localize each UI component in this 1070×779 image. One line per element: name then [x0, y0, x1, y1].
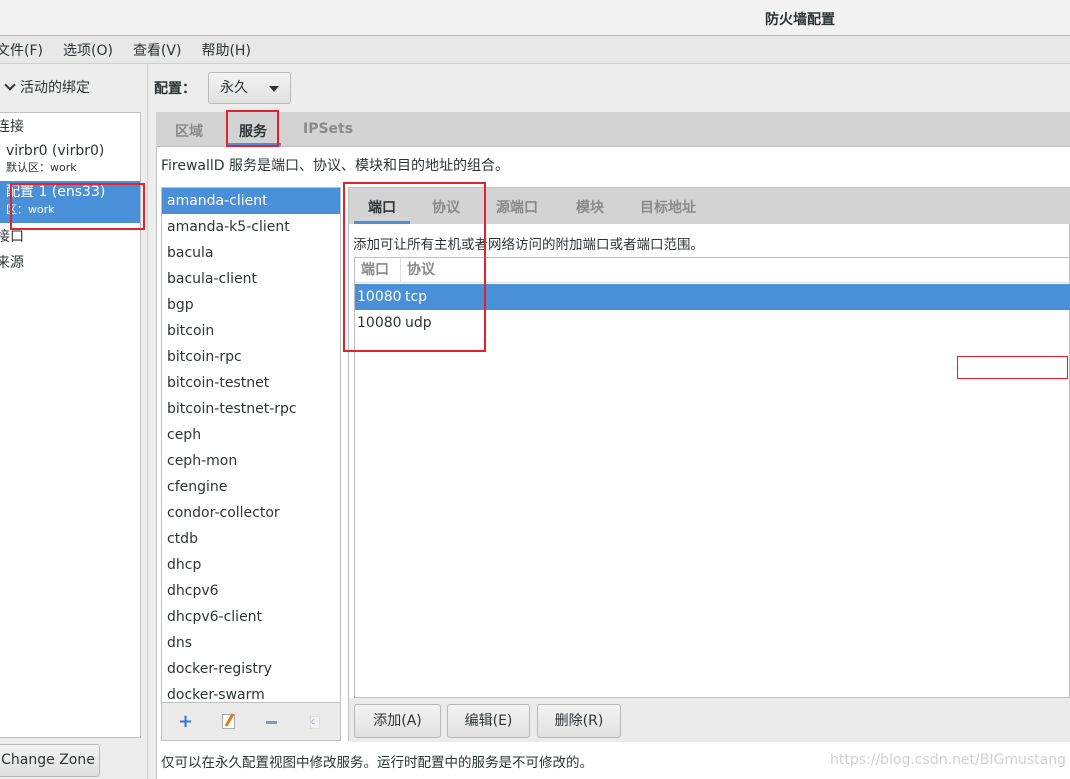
menu-help[interactable]: 帮助(H)	[199, 40, 252, 60]
service-item[interactable]: bgp	[162, 292, 340, 318]
service-item[interactable]: docker-registry	[162, 656, 340, 682]
edit-port-button[interactable]: 编辑(E)	[447, 704, 530, 738]
active-bindings-header[interactable]: 活动的绑定	[4, 77, 90, 97]
service-item[interactable]: amanda-k5-client	[162, 214, 340, 240]
subtab-modules[interactable]: 模块	[576, 197, 604, 217]
window-title: 防火墙配置	[765, 12, 835, 28]
binding-label: virbr0 (virbr0)	[6, 143, 105, 159]
subtab-source-ports[interactable]: 源端口	[496, 197, 538, 217]
service-item[interactable]: dhcp	[162, 552, 340, 578]
caret-down-icon	[269, 86, 279, 92]
tab-ipsets[interactable]: IPSets	[303, 121, 353, 137]
service-item[interactable]: dhcpv6-client	[162, 604, 340, 630]
service-item[interactable]: bitcoin-testnet	[162, 370, 340, 396]
services-toolbar: + c	[161, 703, 341, 741]
connections-category: 连接	[0, 119, 24, 135]
menu-view[interactable]: 查看(V)	[131, 40, 184, 60]
active-bindings-label: 活动的绑定	[20, 80, 90, 96]
main-tabs: 区域 服务 IPSets	[156, 112, 1070, 147]
service-item[interactable]: bitcoin	[162, 318, 340, 344]
menu-file[interactable]: 文件(F)	[0, 40, 45, 60]
config-label: 配置：	[154, 81, 196, 97]
binding-zone: 默认区：work	[6, 161, 77, 174]
service-item[interactable]: ceph	[162, 422, 340, 448]
tab-zones[interactable]: 区域	[175, 121, 203, 141]
services-description: FirewallD 服务是端口、协议、模块和目的地址的组合。	[161, 158, 510, 174]
service-item[interactable]: condor-collector	[162, 500, 340, 526]
service-item[interactable]: amanda-client	[162, 188, 340, 214]
service-item[interactable]: dhcpv6	[162, 578, 340, 604]
reload-icon[interactable]: c	[310, 716, 320, 729]
service-item[interactable]: dns	[162, 630, 340, 656]
chevron-down-icon	[4, 79, 16, 91]
service-item[interactable]: cfengine	[162, 474, 340, 500]
service-item[interactable]: bitcoin-testnet-rpc	[162, 396, 340, 422]
status-message: 仅可以在永久配置视图中修改服务。运行时配置中的服务是不可修改的。	[161, 755, 593, 771]
ports-button-bar: 添加(A) 编辑(E) 删除(R)	[349, 698, 1070, 742]
title-bar: 防火墙配置	[0, 0, 1070, 36]
sources-category: 来源	[0, 255, 24, 271]
binding-virbr0[interactable]: virbr0 (virbr0) 默认区：work	[6, 143, 104, 175]
remove-port-button[interactable]: 删除(R)	[537, 704, 621, 738]
remove-icon[interactable]	[266, 721, 277, 724]
annotation-box	[343, 182, 486, 352]
service-item[interactable]: docker-swarm	[162, 682, 340, 702]
services-list[interactable]: amanda-client amanda-k5-client bacula bacul…	[161, 187, 341, 703]
change-zone-button[interactable]: Change Zone	[0, 744, 100, 777]
annotation-box	[226, 110, 279, 147]
subtab-destination[interactable]: 目标地址	[640, 197, 696, 217]
edit-icon[interactable]	[222, 713, 235, 729]
service-item[interactable]: bacula	[162, 240, 340, 266]
config-value: 永久	[220, 80, 248, 96]
annotation-box	[10, 183, 145, 230]
config-dropdown[interactable]: 永久	[208, 72, 291, 104]
add-port-button[interactable]: 添加(A)	[354, 704, 441, 738]
watermark: https://blog.csdn.net/BIGmustang	[830, 752, 1066, 768]
annotation-box	[957, 356, 1068, 379]
service-item[interactable]: ceph-mon	[162, 448, 340, 474]
service-item[interactable]: bacula-client	[162, 266, 340, 292]
divider	[147, 64, 148, 779]
menu-bar: 文件(F) 选项(O) 查看(V) 帮助(H)	[0, 36, 1070, 64]
service-item[interactable]: bitcoin-rpc	[162, 344, 340, 370]
add-icon[interactable]: +	[178, 711, 193, 732]
menu-options[interactable]: 选项(O)	[61, 40, 115, 60]
service-item[interactable]: ctdb	[162, 526, 340, 552]
